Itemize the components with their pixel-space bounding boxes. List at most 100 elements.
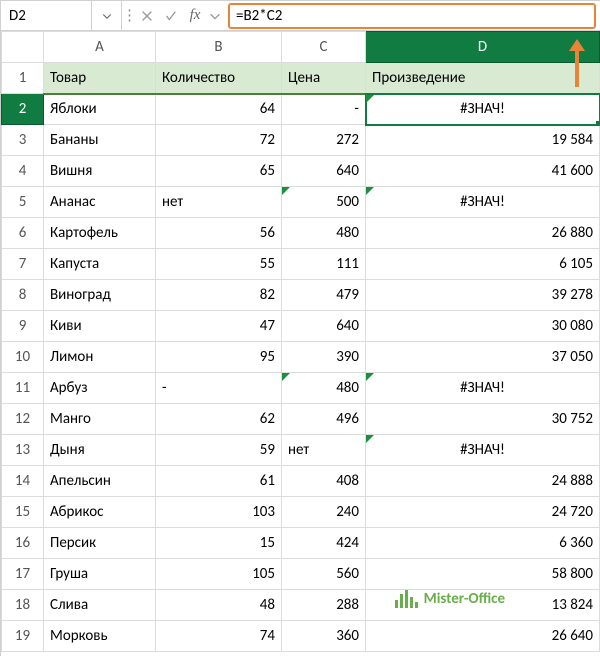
col-header-c[interactable]: C (282, 32, 366, 63)
cell[interactable]: 390 (282, 342, 366, 373)
cell[interactable]: 56 (156, 218, 282, 249)
cell[interactable]: 105 (156, 559, 282, 590)
row-header[interactable]: 10 (2, 342, 44, 373)
cell[interactable]: 240 (282, 497, 366, 528)
cell[interactable]: Яблоки (44, 94, 156, 125)
cell[interactable]: Апельсин (44, 466, 156, 497)
row-header[interactable]: 9 (2, 311, 44, 342)
row-header[interactable]: 3 (2, 125, 44, 156)
cell[interactable]: 24 888 (366, 466, 600, 497)
cell[interactable]: #ЗНАЧ! (366, 94, 600, 125)
cell[interactable]: 560 (282, 559, 366, 590)
formula-input[interactable] (236, 7, 588, 25)
row-header[interactable]: 1 (2, 63, 44, 94)
cell[interactable]: Арбуз (44, 373, 156, 404)
cell[interactable]: 360 (282, 621, 366, 652)
cell[interactable]: Персик (44, 528, 156, 559)
cell[interactable]: 48 (156, 590, 282, 621)
header-cell[interactable]: Цена (282, 63, 366, 94)
cell[interactable]: 95 (156, 342, 282, 373)
cell[interactable]: 72 (156, 125, 282, 156)
cell[interactable]: Виноград (44, 280, 156, 311)
row-header[interactable]: 5 (2, 187, 44, 218)
row-header[interactable]: 15 (2, 497, 44, 528)
cell[interactable]: #ЗНАЧ! (366, 435, 600, 466)
cell[interactable]: 496 (282, 404, 366, 435)
cell[interactable]: Абрикос (44, 497, 156, 528)
cell[interactable]: Бананы (44, 125, 156, 156)
cell[interactable]: Ананас (44, 187, 156, 218)
cell[interactable]: 74 (156, 621, 282, 652)
cell[interactable]: 6 360 (366, 528, 600, 559)
row-header[interactable]: 13 (2, 435, 44, 466)
cell[interactable]: 640 (282, 156, 366, 187)
cell[interactable]: 272 (282, 125, 366, 156)
cell[interactable]: Груша (44, 559, 156, 590)
row-header[interactable]: 11 (2, 373, 44, 404)
cell[interactable]: Лимон (44, 342, 156, 373)
row-header[interactable]: 17 (2, 559, 44, 590)
cell[interactable]: 58 800 (366, 559, 600, 590)
cancel-button[interactable] (136, 5, 158, 27)
cell[interactable]: 111 (282, 249, 366, 280)
row-header[interactable]: 14 (2, 466, 44, 497)
cell[interactable]: 15 (156, 528, 282, 559)
cell[interactable]: #ЗНАЧ! (366, 187, 600, 218)
cell[interactable]: #ЗНАЧ! (366, 373, 600, 404)
cell[interactable]: 480 (282, 218, 366, 249)
cell[interactable]: 62 (156, 404, 282, 435)
cell[interactable]: Слива (44, 590, 156, 621)
cell[interactable]: 82 (156, 280, 282, 311)
cell[interactable]: 65 (156, 156, 282, 187)
cell[interactable]: 408 (282, 466, 366, 497)
cell[interactable]: 640 (282, 311, 366, 342)
cell[interactable]: 24 720 (366, 497, 600, 528)
cell[interactable]: Морковь (44, 621, 156, 652)
col-header-b[interactable]: B (156, 32, 282, 63)
cell[interactable]: Картофель (44, 218, 156, 249)
cell[interactable]: Киви (44, 311, 156, 342)
header-cell[interactable]: Количество (156, 63, 282, 94)
col-header-a[interactable]: A (44, 32, 156, 63)
cell[interactable]: 59 (156, 435, 282, 466)
cell[interactable]: 39 278 (366, 280, 600, 311)
cell[interactable]: - (156, 373, 282, 404)
cell[interactable]: Дыня (44, 435, 156, 466)
cell[interactable]: нет (156, 187, 282, 218)
cell[interactable]: 424 (282, 528, 366, 559)
cell[interactable]: 19 584 (366, 125, 600, 156)
cell[interactable]: 480 (282, 373, 366, 404)
enter-button[interactable] (160, 5, 182, 27)
cell[interactable]: 37 050 (366, 342, 600, 373)
cell[interactable]: 55 (156, 249, 282, 280)
cell[interactable]: 41 600 (366, 156, 600, 187)
cell[interactable]: 47 (156, 311, 282, 342)
cell[interactable]: 30 752 (366, 404, 600, 435)
cell[interactable]: нет (282, 435, 366, 466)
cell[interactable]: 6 105 (366, 249, 600, 280)
cell[interactable]: 500 (282, 187, 366, 218)
cell[interactable]: 26 640 (366, 621, 600, 652)
row-header[interactable]: 16 (2, 528, 44, 559)
row-header[interactable]: 2 (2, 94, 44, 125)
row-header[interactable]: 18 (2, 590, 44, 621)
cell[interactable]: Вишня (44, 156, 156, 187)
row-header[interactable]: 7 (2, 249, 44, 280)
insert-function-button[interactable]: fx (184, 5, 206, 27)
cell[interactable]: - (282, 94, 366, 125)
header-cell[interactable]: Произведение (366, 63, 600, 94)
cell[interactable]: Капуста (44, 249, 156, 280)
row-header[interactable]: 8 (2, 280, 44, 311)
header-cell[interactable]: Товар (44, 63, 156, 94)
name-box[interactable]: D2 (1, 1, 92, 30)
cell[interactable]: 30 080 (366, 311, 600, 342)
cell[interactable]: Манго (44, 404, 156, 435)
row-header[interactable]: 6 (2, 218, 44, 249)
cell[interactable]: 479 (282, 280, 366, 311)
cell[interactable]: 13 824 (366, 590, 600, 621)
fx-dropdown[interactable] (208, 5, 222, 27)
select-all-cell[interactable] (2, 32, 44, 63)
row-header[interactable]: 4 (2, 156, 44, 187)
col-header-d[interactable]: D (366, 32, 600, 63)
row-header[interactable]: 12 (2, 404, 44, 435)
